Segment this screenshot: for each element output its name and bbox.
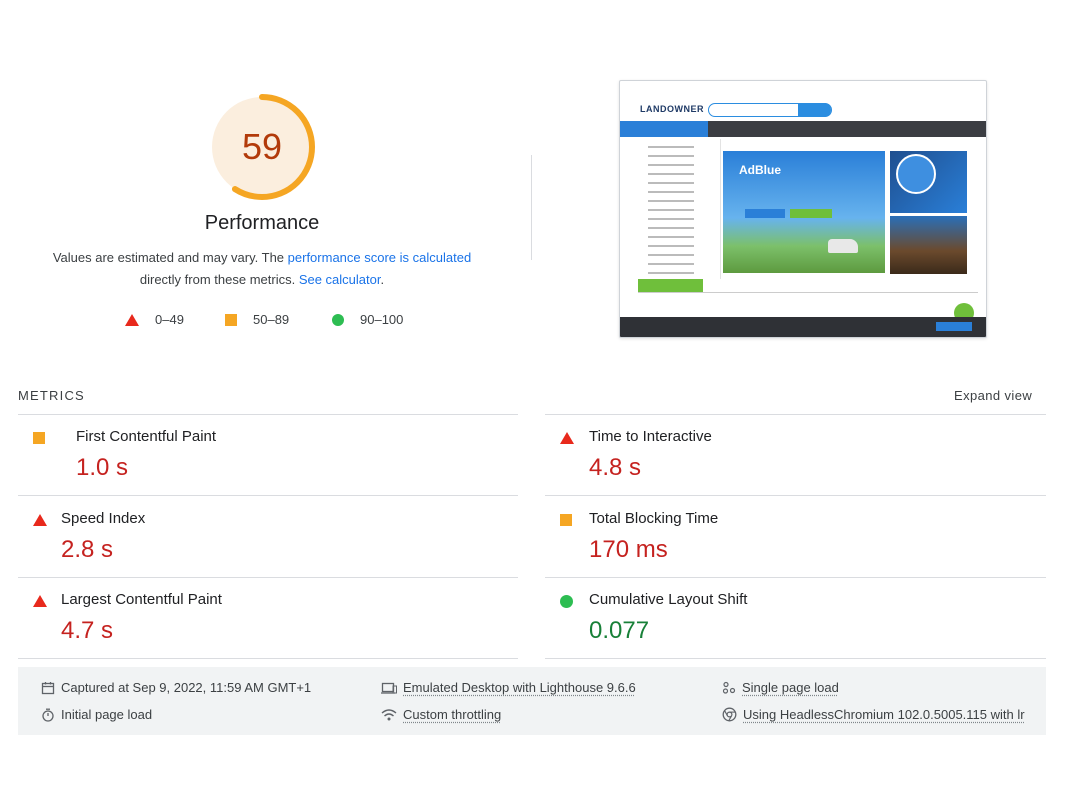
divider	[545, 495, 1046, 496]
browser-info[interactable]: Using HeadlessChromium 102.0.5005.115 wi…	[722, 707, 1025, 722]
metric-label: Largest Contentful Paint	[61, 591, 222, 608]
divider	[545, 414, 1046, 415]
metric-value: 0.077	[589, 617, 650, 644]
thumb-section-bar	[638, 279, 703, 293]
thumb-search-button	[798, 103, 831, 117]
captured-info: Captured at Sep 9, 2022, 11:59 AM GMT+1	[41, 680, 311, 695]
performance-gauge: 59	[207, 92, 317, 202]
fail-triangle-icon	[33, 514, 47, 526]
metric-value: 1.0 s	[76, 454, 129, 481]
throttling-info[interactable]: Custom throttling	[381, 707, 501, 722]
network-nodes-icon	[722, 681, 736, 694]
desc-text-2: directly from these metrics.	[139, 272, 299, 287]
stopwatch-icon	[42, 708, 54, 722]
runtime-settings-footer: Captured at Sep 9, 2022, 11:59 AM GMT+1 …	[18, 667, 1046, 735]
desc-text-3: .	[380, 272, 385, 287]
thumb-topbar	[620, 81, 986, 99]
legend-pass: 90–100	[332, 312, 403, 327]
performance-description: Values are estimated and may vary. The p…	[40, 247, 484, 291]
desc-text-1: Values are estimated and may vary. The	[52, 250, 288, 265]
legend-range: 50–89	[253, 312, 290, 327]
thumb-sidebar	[642, 139, 721, 283]
initial-page-load-info: Initial page load	[41, 707, 152, 722]
metric-value: 4.7 s	[61, 617, 114, 644]
thumb-section-line	[638, 292, 978, 293]
emulated-info[interactable]: Emulated Desktop with Lighthouse 9.6.6	[381, 680, 636, 695]
performance-score: 59	[241, 126, 283, 167]
legend-average: 50–89	[225, 312, 289, 327]
thumb-cookie-banner	[620, 317, 986, 337]
fail-triangle-icon	[560, 432, 574, 444]
metric-label: Time to Interactive	[589, 428, 712, 445]
wifi-icon	[381, 708, 397, 720]
see-calculator-link[interactable]: See calculator	[299, 272, 381, 287]
initial-page-load-text: Initial page load	[61, 707, 153, 722]
metric-label: Total Blocking Time	[589, 510, 719, 527]
thumb-disc-image	[896, 154, 936, 194]
performance-title: Performance	[204, 212, 320, 234]
captured-text: Captured at Sep 9, 2022, 11:59 AM GMT+1	[61, 680, 312, 695]
thumb-car-image	[828, 239, 858, 253]
legend-range: 90–100	[360, 312, 404, 327]
legend-range: 0–49	[155, 312, 184, 327]
metric-value: 4.8 s	[589, 454, 642, 481]
average-square-icon	[560, 514, 572, 526]
divider	[545, 658, 1046, 659]
divider	[18, 414, 518, 415]
calendar-icon	[41, 681, 55, 694]
thumb-side-banner	[890, 216, 967, 274]
pass-circle-icon	[332, 313, 344, 326]
thumb-side-banner	[890, 151, 967, 213]
single-page-load-info[interactable]: Single page load	[722, 680, 839, 695]
metric-label: First Contentful Paint	[76, 428, 217, 445]
metric-value: 2.8 s	[61, 536, 114, 563]
throttling-text[interactable]: Custom throttling	[403, 707, 501, 722]
thumb-hero-button	[745, 209, 785, 218]
metric-cumulative-layout-shift: Cumulative Layout Shift 0.077	[560, 581, 1020, 661]
divider	[18, 577, 518, 578]
metric-value: 170 ms	[589, 536, 668, 563]
metric-speed-index: Speed Index 2.8 s	[33, 500, 493, 580]
fail-triangle-icon	[33, 595, 47, 607]
expand-view-button[interactable]: Expand view	[954, 388, 1032, 403]
thumb-hero-button	[790, 209, 832, 218]
section-divider	[531, 155, 532, 260]
metric-first-contentful-paint: First Contentful Paint 1.0 s	[33, 418, 493, 498]
fail-triangle-icon	[125, 313, 139, 326]
browser-text[interactable]: Using HeadlessChromium 102.0.5005.115 wi…	[743, 707, 1025, 722]
metric-label: Speed Index	[61, 510, 146, 527]
thumb-cookie-button	[936, 322, 972, 331]
emulated-text[interactable]: Emulated Desktop with Lighthouse 9.6.6	[403, 680, 636, 695]
metric-total-blocking-time: Total Blocking Time 170 ms	[560, 500, 1020, 580]
performance-score-link[interactable]: performance score is calculated	[288, 250, 472, 265]
average-square-icon	[33, 432, 45, 444]
metric-largest-contentful-paint: Largest Contentful Paint 4.7 s	[33, 581, 493, 661]
chrome-icon	[722, 707, 737, 722]
legend-fail: 0–49	[125, 312, 184, 327]
metric-time-to-interactive: Time to Interactive 4.8 s	[560, 418, 1020, 498]
divider	[18, 658, 518, 659]
pass-circle-icon	[560, 595, 573, 608]
divider	[545, 577, 1046, 578]
thumb-category-button	[620, 121, 708, 137]
final-screenshot-thumbnail[interactable]: LANDOWNER AdBlue	[619, 80, 987, 338]
thumb-hero-banner: AdBlue	[723, 151, 885, 273]
thumb-logo: LANDOWNER	[640, 104, 704, 114]
metrics-title: METRICS	[18, 388, 85, 403]
average-square-icon	[225, 313, 237, 326]
divider	[18, 495, 518, 496]
single-page-load-text[interactable]: Single page load	[742, 680, 839, 695]
thumb-hero-title: AdBlue	[739, 163, 781, 177]
desktop-icon	[381, 682, 397, 694]
metric-label: Cumulative Layout Shift	[589, 591, 748, 608]
